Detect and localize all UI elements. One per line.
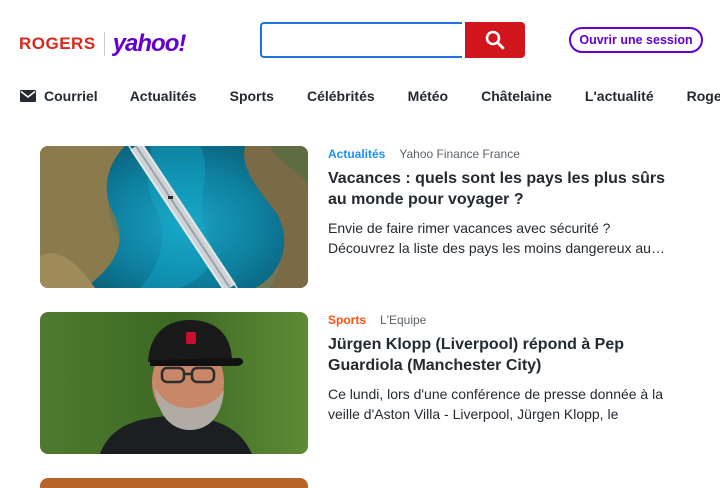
nav-item-celebrites[interactable]: Célébrités: [307, 88, 375, 104]
source-label: Yahoo Finance France: [399, 147, 520, 161]
main-nav: Courriel Actualités Sports Célébrités Mé…: [20, 86, 720, 106]
article-summary: Envie de faire rimer vacances avec sécur…: [328, 220, 665, 256]
nav-item-label: Courriel: [44, 88, 98, 104]
nav-item-lactualite[interactable]: L'actualité: [585, 88, 654, 104]
search-icon: [485, 30, 505, 50]
article-card[interactable]: Actualités Yahoo Finance France Vacances…: [40, 146, 680, 288]
article-title[interactable]: Jürgen Klopp (Liverpool) répond à Pep Gu…: [328, 334, 678, 376]
nav-item-meteo[interactable]: Météo: [408, 88, 448, 104]
nav-item-chatelaine[interactable]: Châtelaine: [481, 88, 552, 104]
article-body: Sports L'Equipe Jürgen Klopp (Liverpool)…: [328, 312, 678, 424]
signin-button[interactable]: Ouvrir une session: [569, 27, 703, 53]
category-label[interactable]: Actualités: [328, 147, 385, 161]
article-body: Actualités Yahoo Finance France Vacances…: [328, 146, 678, 258]
yahoo-logo: yahoo!: [112, 30, 187, 57]
category-label[interactable]: Sports: [328, 313, 366, 327]
source-label: L'Equipe: [380, 313, 427, 327]
logo-divider: [103, 32, 105, 56]
nav-item-rogers[interactable]: Rogers: [687, 88, 720, 104]
article-card[interactable]: Sports L'Equipe Jürgen Klopp (Liverpool)…: [40, 312, 680, 454]
mail-icon: [20, 90, 36, 102]
article-thumbnail[interactable]: [40, 312, 308, 454]
nav-item-sports[interactable]: Sports: [230, 88, 274, 104]
article-summary: Ce lundi, lors d'une conférence de press…: [328, 386, 664, 422]
article-meta: Sports L'Equipe: [328, 312, 678, 328]
search-input[interactable]: [260, 22, 462, 58]
article-thumbnail[interactable]: [40, 146, 308, 288]
brand-logo[interactable]: ROGERS yahoo!: [19, 30, 187, 58]
article-title[interactable]: Vacances : quels sont les pays les plus …: [328, 168, 678, 210]
nav-item-courriel[interactable]: Courriel: [20, 88, 98, 104]
nav-item-actualites[interactable]: Actualités: [130, 88, 197, 104]
rogers-logo: ROGERS: [19, 34, 96, 53]
search-button[interactable]: [465, 22, 525, 58]
article-meta: Actualités Yahoo Finance France: [328, 146, 678, 162]
